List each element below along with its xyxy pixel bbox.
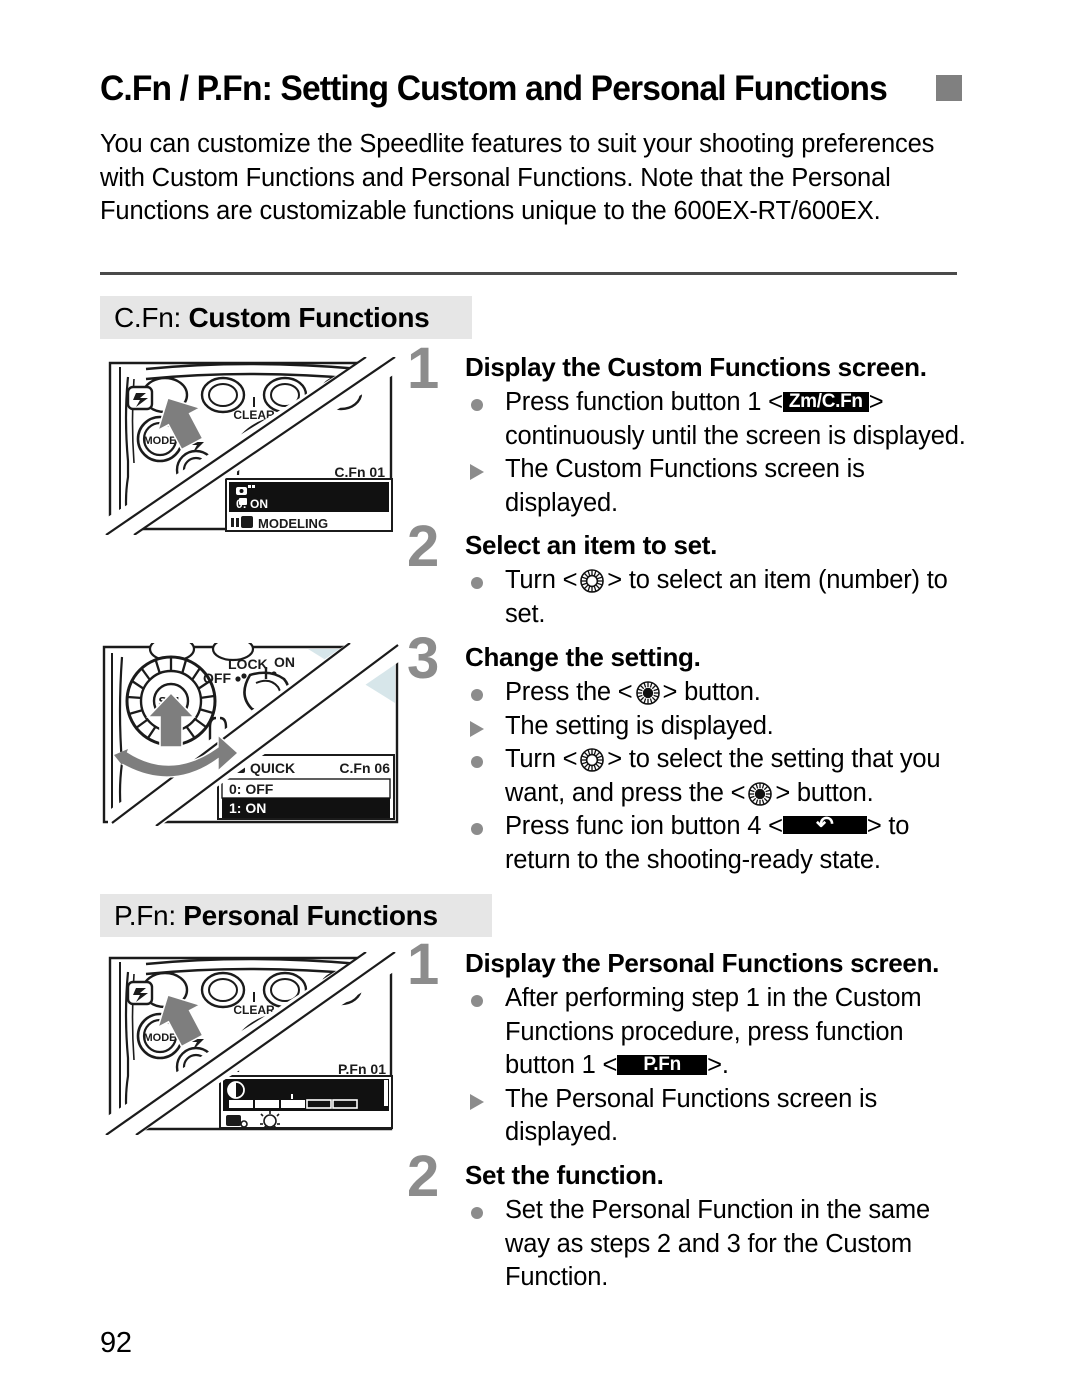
illus-lcd-code: P.Fn 01 [338,1061,386,1077]
step-bullets: Turn < > to select an item (number) to se… [465,564,967,631]
step-bullets: Press function button 1 < Zm/C.Fn > contin… [465,386,967,520]
illus-lock-label: LOCK [228,656,268,672]
bullet-item: Turn < > to select the setting that you w… [465,743,967,810]
control-dial-icon [579,747,605,773]
illus-mode-label: MODE [144,435,177,447]
step-title: Display the Personal Functions screen. [465,948,940,978]
step-bullets: Press the < > button. The setting is disp… [465,676,967,877]
bullet-text-pre: Press function button 1 < [505,388,783,416]
set-button-icon [635,680,661,706]
section-heading-text: P.Fn: Personal Functions [114,900,438,932]
bullet-item: Turn < > to select an item (number) to se… [465,564,967,631]
bullet-text-post: >. [707,1051,729,1079]
manual-page: C.Fn / P.Fn: Setting Custom and Personal… [0,0,1080,1397]
bullet-item: Press func ion button 4 < ↶ > to return to… [465,810,967,877]
section-heading-title: Custom Functions [188,301,430,333]
bullet-text-post: > button. [775,778,874,807]
bullet-result: The setting is displayed. [465,710,967,744]
page-title: C.Fn / P.Fn: Setting Custom and Personal… [100,68,888,108]
section-heading-custom-functions: C.Fn: Custom Functions [100,296,472,339]
step-number: 1 [407,336,440,401]
step-cfn-1: 1 Display the Custom Functions screen. P… [407,340,967,520]
page-number: 92 [100,1327,132,1359]
intro-paragraph: You can customize the Speedlite features… [100,130,935,225]
illus-mode-label: MODE [144,1032,177,1044]
illus-lcd-option-2: 1: ON [229,800,266,816]
bullet-text-pre: Press func ion button 4 < [505,812,783,840]
illustration-speedlite-top-buttons-pfn: CLEAR MODE P.Fn 01 [98,952,403,1135]
step-cfn-2: 2 Select an item to set. Turn < > to sele… [407,518,967,631]
step-bullets: After performing step 1 in the Custom Fu… [465,982,967,1150]
bullet-result: The Custom Functions screen is displayed… [465,453,967,520]
bullet-result: The Personal Functions screen is display… [465,1083,967,1150]
step-number: 1 [407,932,440,997]
step-number: 2 [407,514,440,579]
section-heading-prefix: C.Fn: [114,301,181,333]
pfn-button-badge: P.Fn [617,1055,708,1075]
step-title: Set the function. [465,1160,664,1190]
bullet-text-pre: Turn < [505,745,578,773]
bullet-item: Set the Personal Function in the same wa… [465,1194,967,1295]
section-heading-text: C.Fn: Custom Functions [114,301,430,334]
section-heading-personal-functions: P.Fn: Personal Functions [100,894,492,937]
illustration-speedlite-dial-lock-switch: SEL LOCK ON OFF [98,643,403,826]
illus-lcd-code: C.Fn 06 [339,760,390,776]
illus-off-label: OFF [203,670,231,686]
section-heading-prefix: P.Fn: [114,899,176,931]
step-number: 2 [407,1144,440,1209]
zoom-cfn-button-badge: Zm/C.Fn [782,392,869,412]
bullet-item: After performing step 1 in the Custom Fu… [465,982,967,1083]
step-number: 3 [407,626,440,691]
illus-on-label: ON [274,654,295,670]
control-dial-icon [579,568,605,594]
set-button-icon [747,781,773,807]
step-title: Select an item to set. [465,530,718,560]
illus-lcd-value: 0: ON [236,497,268,511]
return-button-badge: ↶ [782,814,867,835]
section-heading-title: Personal Functions [183,899,438,931]
step-title: Display the Custom Functions screen. [465,352,927,382]
bullet-text-post: > button. [662,678,761,706]
horizontal-divider [100,272,957,275]
illus-lcd-caption: MODELING [258,516,328,531]
step-pfn-1: 1 Display the Personal Functions screen.… [407,936,967,1150]
bullet-text-pre: Press the < [505,678,633,706]
step-title: Change the setting. [465,642,701,672]
step-pfn-2: 2 Set the function. Set the Personal Fun… [407,1148,967,1295]
illus-lcd-code: C.Fn 01 [334,464,385,480]
page-header: C.Fn / P.Fn: Setting Custom and Personal… [100,62,980,114]
step-bullets: Set the Personal Function in the same wa… [465,1194,967,1295]
step-cfn-3: 3 Change the setting. Press the < > butto… [407,630,967,877]
chapter-marker-square [935,75,962,101]
illus-lcd-caption: QUICK [250,760,295,776]
illustration-speedlite-top-buttons-cfn: CLEAR MODE C.Fn 01 0: ON MODELING [98,357,403,535]
bullet-item: Press the < > button. [465,676,967,710]
bullet-item: Press function button 1 < Zm/C.Fn > contin… [465,386,967,453]
illus-lcd-option-1: 0: OFF [229,781,274,797]
bullet-text-pre: Turn < [505,566,578,594]
